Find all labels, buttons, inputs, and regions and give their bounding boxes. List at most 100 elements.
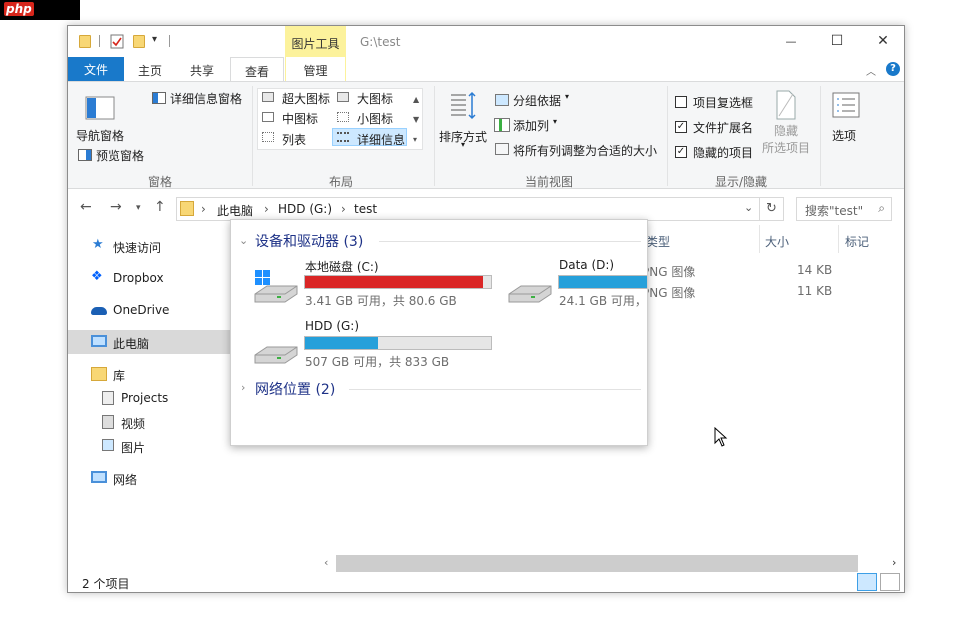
scroll-right-icon[interactable]: ›: [892, 556, 896, 569]
layout-scroll-arrows[interactable]: ▲ ▼ ▾: [413, 90, 419, 150]
group-label-show-hide: 显示/隐藏: [715, 175, 768, 189]
drive-usage-bar: [304, 275, 492, 289]
tab-home[interactable]: 主页: [124, 57, 176, 81]
large-icons-icon: [337, 92, 349, 102]
hide-button[interactable]: 隐藏: [774, 122, 798, 139]
layout-large[interactable]: 大图标: [357, 90, 393, 107]
group-label-layout: 布局: [329, 175, 354, 189]
add-columns-button[interactable]: 添加列: [513, 117, 549, 134]
add-columns-dropdown-icon[interactable]: ▾: [553, 117, 557, 126]
preview-pane-button[interactable]: 预览窗格: [96, 147, 144, 164]
refresh-icon[interactable]: ↻: [760, 197, 784, 221]
address-bar[interactable]: › 此电脑 › HDD (G:) › test ⌄: [176, 197, 760, 221]
large-icons-view-icon[interactable]: [880, 573, 900, 591]
devices-heading[interactable]: 设备和驱动器 (3): [255, 231, 363, 251]
customize-toolbar-icon[interactable]: ▾: [152, 34, 157, 45]
column-header-size[interactable]: 大小: [765, 233, 789, 250]
nav-item-videos[interactable]: 视频: [68, 410, 231, 434]
collapse-ribbon-icon[interactable]: ︿: [866, 63, 876, 78]
nav-item-quick-access[interactable]: ★ 快速访问: [68, 234, 231, 258]
breadcrumb-test[interactable]: test: [354, 202, 377, 216]
navigation-pane-icon[interactable]: [85, 96, 115, 120]
size-all-columns-button[interactable]: 将所有列调整为合适的大小: [513, 142, 657, 159]
layout-list[interactable]: 列表: [282, 131, 306, 148]
this-pc-popup: ⌄ 设备和驱动器 (3) 本地磁盘 (C:) 3.41 GB 可用，共 80.6…: [230, 219, 648, 446]
breadcrumb-hdd[interactable]: HDD (G:): [278, 202, 332, 216]
details-view-icon[interactable]: [857, 573, 877, 591]
picture-icon: [102, 439, 114, 451]
forward-arrow-icon[interactable]: →: [110, 199, 122, 215]
new-folder-icon[interactable]: [133, 35, 145, 48]
item-checkboxes-checkbox[interactable]: [675, 96, 687, 108]
address-dropdown-icon[interactable]: ⌄: [744, 201, 753, 214]
chevron-down-icon[interactable]: ⌄: [239, 234, 248, 247]
title-bar: ▾ 图片工具 G:\test — ☐ ✕: [68, 26, 904, 57]
column-header-type[interactable]: 类型: [646, 233, 670, 250]
search-icon: ⌕: [878, 201, 885, 215]
tab-share[interactable]: 共享: [176, 57, 228, 81]
file-size: 14 KB: [797, 263, 833, 277]
hide-selected-button[interactable]: 所选项目: [762, 139, 810, 156]
hard-drive-icon: [254, 346, 298, 364]
mouse-cursor-icon: [714, 427, 728, 447]
nav-item-onedrive[interactable]: OneDrive: [68, 298, 231, 322]
properties-icon[interactable]: [110, 34, 124, 49]
tab-manage[interactable]: 管理: [285, 57, 346, 81]
tab-file[interactable]: 文件: [68, 57, 124, 81]
nav-item-label: 库: [113, 369, 126, 383]
column-divider: [838, 225, 839, 253]
drive-name: HDD (G:): [305, 319, 360, 333]
help-icon[interactable]: ?: [886, 62, 900, 76]
layout-small[interactable]: 小图标: [357, 110, 393, 127]
maximize-button[interactable]: ☐: [814, 26, 860, 56]
section-divider: [349, 389, 641, 390]
minimize-button[interactable]: —: [768, 26, 814, 56]
maximize-icon: ☐: [830, 33, 844, 49]
toolbar-divider: [169, 35, 170, 47]
nav-item-library[interactable]: 库: [68, 362, 231, 386]
hidden-items-checkbox[interactable]: ✓: [675, 146, 687, 158]
search-input[interactable]: 搜索"test" ⌕: [796, 197, 892, 221]
onedrive-icon: [91, 307, 107, 315]
scrollbar-thumb[interactable]: [336, 555, 858, 572]
chevron-right-icon[interactable]: ›: [241, 381, 245, 394]
network-icon: [91, 471, 107, 483]
group-by-button[interactable]: 分组依据: [513, 92, 561, 109]
close-button[interactable]: ✕: [860, 26, 906, 56]
recent-locations-icon[interactable]: ▾: [136, 203, 141, 213]
network-heading[interactable]: 网络位置 (2): [255, 379, 335, 399]
layout-medium[interactable]: 中图标: [282, 110, 318, 127]
horizontal-scrollbar[interactable]: ‹ ›: [324, 555, 896, 572]
projects-icon: [102, 391, 114, 405]
nav-item-projects[interactable]: Projects: [68, 386, 231, 410]
nav-item-label: 图片: [121, 441, 146, 455]
computer-icon: [91, 335, 107, 347]
nav-item-pictures[interactable]: 图片: [68, 434, 231, 458]
nav-item-dropbox[interactable]: ❖ Dropbox: [68, 266, 231, 290]
drive-name: Data (D:): [559, 258, 615, 272]
file-extensions-checkbox[interactable]: ✓: [675, 121, 687, 133]
details-pane-button[interactable]: 详细信息窗格: [170, 90, 242, 107]
column-header-tags[interactable]: 标记: [845, 233, 869, 250]
windows-drive-icon: [254, 270, 298, 303]
close-icon: ✕: [877, 33, 889, 49]
nav-item-this-pc[interactable]: 此电脑: [68, 330, 231, 354]
section-divider: [379, 241, 641, 242]
nav-pane-button[interactable]: 导航窗格: [76, 127, 124, 144]
up-arrow-icon[interactable]: ↑: [154, 199, 166, 215]
folder-icon: [180, 201, 194, 216]
group-by-dropdown-icon[interactable]: ▾: [565, 92, 569, 101]
tab-view[interactable]: 查看: [230, 57, 284, 82]
options-button[interactable]: 选项: [832, 127, 856, 144]
scroll-left-icon[interactable]: ‹: [324, 556, 328, 569]
nav-item-network[interactable]: 网络: [68, 466, 231, 490]
layout-details[interactable]: 详细信息: [357, 131, 405, 148]
extra-large-icons-icon: [262, 92, 274, 102]
layout-extra-large[interactable]: 超大图标: [282, 90, 330, 107]
sort-by-dropdown-icon[interactable]: ▾: [461, 140, 465, 149]
star-icon: ★: [92, 237, 104, 252]
back-arrow-icon[interactable]: ←: [80, 199, 92, 215]
breadcrumb-this-pc[interactable]: 此电脑: [217, 202, 253, 219]
column-divider: [759, 225, 760, 253]
window-title: G:\test: [360, 35, 401, 49]
